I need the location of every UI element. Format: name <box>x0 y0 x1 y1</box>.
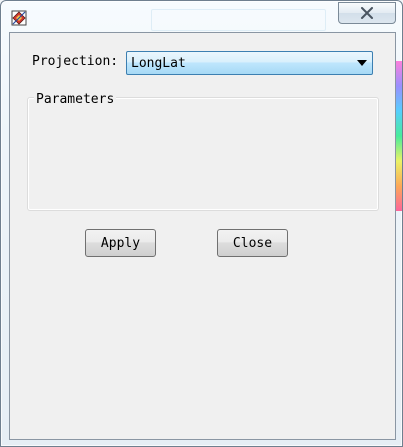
projection-selected-value: LongLat <box>131 55 186 71</box>
dialog-window: Projection: LongLat Parameters Apply Clo… <box>0 0 403 447</box>
close-x-icon <box>360 4 374 23</box>
window-close-button[interactable] <box>338 2 396 24</box>
dropdown-arrow-icon <box>352 52 372 74</box>
background-colorbar <box>395 61 402 211</box>
close-button[interactable]: Close <box>217 229 288 257</box>
dialog-content: Projection: LongLat Parameters Apply Clo… <box>9 32 396 440</box>
apply-button[interactable]: Apply <box>85 229 156 257</box>
projection-label: Projection: <box>32 54 119 69</box>
projection-dropdown[interactable]: LongLat <box>126 51 373 75</box>
title-bar[interactable] <box>1 1 402 31</box>
app-logo-icon <box>11 10 27 26</box>
parameters-title: Parameters <box>34 92 117 107</box>
parameters-group: Parameters <box>27 92 379 211</box>
